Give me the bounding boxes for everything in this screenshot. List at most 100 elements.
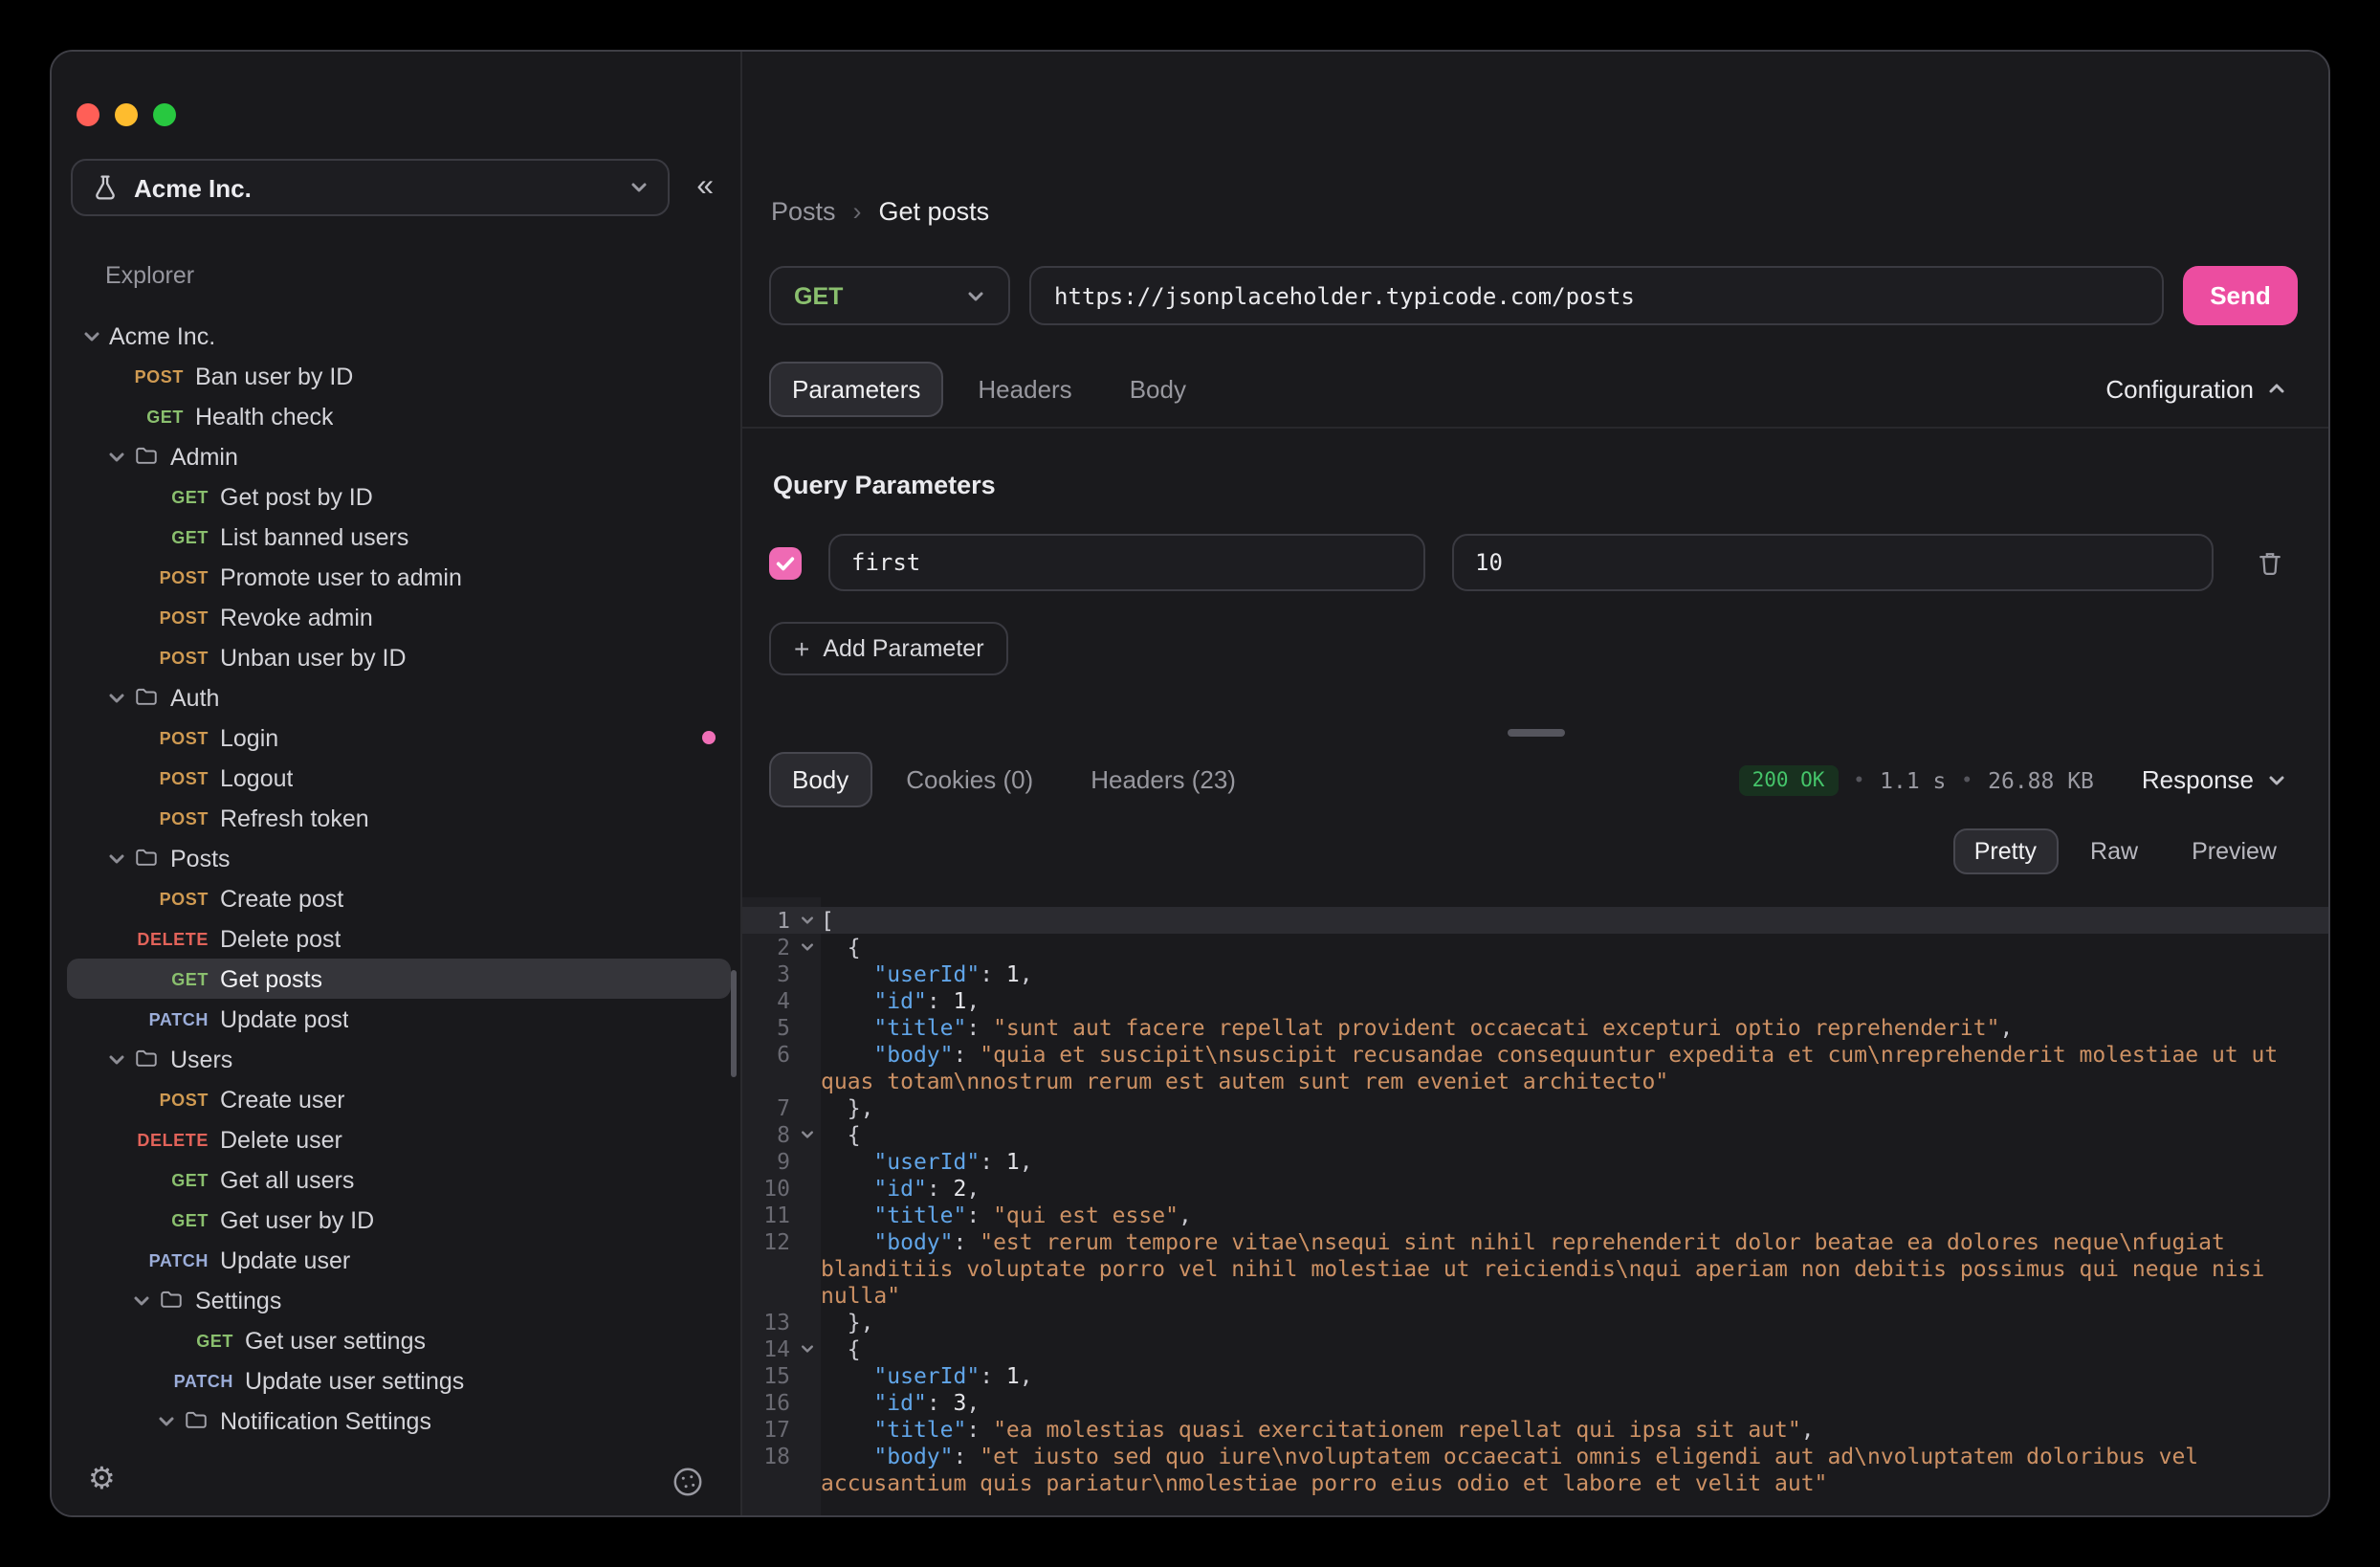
fold-spacer (794, 1014, 821, 1020)
chevron-down-icon (107, 447, 126, 466)
code-line: 11 "title": "qui est esse", (742, 1202, 2328, 1228)
breadcrumb-parent[interactable]: Posts (771, 197, 836, 226)
token-p: : (980, 1148, 1006, 1175)
fold-spacer (794, 1389, 821, 1395)
send-button[interactable]: Send (2183, 266, 2298, 325)
code-line: 9 "userId": 1, (742, 1148, 2328, 1175)
tree-request-get-posts[interactable]: GETGet posts (67, 959, 731, 999)
token-n: 3 (954, 1389, 967, 1416)
response-tab-body[interactable]: Body (769, 752, 871, 807)
splitter-handle-icon[interactable] (1507, 729, 1564, 737)
tree-request-list-banned-users[interactable]: GETList banned users (67, 517, 731, 557)
response-dropdown[interactable]: Response (2130, 763, 2298, 796)
code-text: "id": 3, (821, 1389, 2328, 1416)
line-number: 14 (742, 1335, 794, 1362)
url-input[interactable] (1029, 266, 2164, 325)
tree-folder-notification-settings[interactable]: Notification Settings (67, 1401, 731, 1441)
workspace-selector[interactable]: Acme Inc. (71, 159, 670, 216)
token-p: : (966, 1014, 993, 1041)
add-parameter-button[interactable]: + Add Parameter (769, 622, 1009, 675)
tree-request-get-user-settings[interactable]: GETGet user settings (67, 1320, 731, 1360)
tree-request-create-user[interactable]: POSTCreate user (67, 1079, 731, 1119)
fold-chevron-icon[interactable] (794, 907, 821, 928)
tree-request-update-user-settings[interactable]: PATCHUpdate user settings (67, 1360, 731, 1401)
tree-request-unban-user-by-id[interactable]: POSTUnban user by ID (67, 637, 731, 677)
tree-request-refresh-token[interactable]: POSTRefresh token (67, 798, 731, 838)
tree-request-create-post[interactable]: POSTCreate post (67, 878, 731, 918)
item-label: Delete user (220, 1126, 342, 1153)
tree-request-update-post[interactable]: PATCHUpdate post (67, 999, 731, 1039)
tree-request-health-check[interactable]: GETHealth check (67, 396, 731, 436)
response-tab-cookies-0[interactable]: Cookies (0) (883, 752, 1056, 807)
code-text: { (821, 934, 2328, 960)
tab-parameters[interactable]: Parameters (769, 361, 943, 416)
tree-request-promote-user-to-admin[interactable]: POSTPromote user to admin (67, 557, 731, 597)
sidebar-scrollbar-thumb[interactable] (731, 970, 737, 1077)
token-p: : (966, 1202, 993, 1228)
tab-body[interactable]: Body (1107, 361, 1209, 416)
view-raw[interactable]: Raw (2069, 828, 2159, 873)
fold-chevron-icon[interactable] (794, 1121, 821, 1142)
token-k: "title" (873, 1202, 966, 1228)
param-value-input[interactable] (1452, 534, 2214, 591)
cookies-button[interactable] (660, 1463, 716, 1499)
fold-chevron-icon[interactable] (794, 934, 821, 955)
main-panel: Posts › Get posts GET Send ParametersHea… (742, 52, 2328, 1515)
token-p: , (1020, 1148, 1033, 1175)
selected-method: GET (794, 282, 843, 309)
settings-gear-button[interactable]: ⚙ (77, 1464, 127, 1498)
tree-request-get-user-by-id[interactable]: GETGet user by ID (67, 1200, 731, 1240)
tree-folder-posts[interactable]: Posts (67, 838, 731, 878)
item-label: Update post (220, 1005, 349, 1032)
tree-folder-acme-inc[interactable]: Acme Inc. (67, 316, 731, 356)
token-p (821, 987, 873, 1014)
response-time: 1.1 s (1880, 766, 1946, 793)
tree-request-get-all-users[interactable]: GETGet all users (67, 1159, 731, 1200)
configuration-toggle[interactable]: Configuration (2094, 372, 2298, 405)
tree-request-ban-user-by-id[interactable]: POSTBan user by ID (67, 356, 731, 396)
response-tab-headers-23[interactable]: Headers (23) (1068, 752, 1259, 807)
tree-request-login[interactable]: POSTLogin (67, 717, 731, 758)
request-tabs: ParametersHeadersBody (769, 361, 1209, 416)
tree-request-delete-user[interactable]: DELETEDelete user (67, 1119, 731, 1159)
tree-folder-admin[interactable]: Admin (67, 436, 731, 476)
token-k: "body" (873, 1041, 953, 1068)
sidebar-collapse-button[interactable]: « (685, 168, 725, 207)
param-name-input[interactable] (828, 534, 1425, 591)
token-p: , (1020, 960, 1033, 987)
token-p: , (1999, 1014, 2013, 1041)
method-badge: GET (107, 407, 184, 426)
view-pretty[interactable]: Pretty (1953, 828, 2058, 873)
tree-request-get-post-by-id[interactable]: GETGet post by ID (67, 476, 731, 517)
fold-chevron-icon[interactable] (794, 1335, 821, 1357)
item-label: Auth (170, 684, 219, 711)
request-tabs-row: ParametersHeadersBody Configuration (769, 360, 2298, 417)
tree-request-logout[interactable]: POSTLogout (67, 758, 731, 798)
tree-folder-settings[interactable]: Settings (67, 1280, 731, 1320)
tree-request-revoke-admin[interactable]: POSTRevoke admin (67, 597, 731, 637)
code-line: 3 "userId": 1, (742, 960, 2328, 987)
delete-param-button[interactable] (2240, 534, 2298, 591)
method-select[interactable]: GET (769, 266, 1010, 325)
tree-request-update-user[interactable]: PATCHUpdate user (67, 1240, 731, 1280)
view-preview[interactable]: Preview (2171, 828, 2298, 873)
tree-folder-auth[interactable]: Auth (67, 677, 731, 717)
param-enabled-checkbox[interactable] (769, 546, 802, 579)
tree-folder-users[interactable]: Users (67, 1039, 731, 1079)
item-label: Posts (170, 845, 231, 872)
pane-splitter[interactable] (742, 721, 2328, 744)
token-k: "title" (873, 1014, 966, 1041)
token-p: , (966, 987, 980, 1014)
method-badge: GET (132, 1210, 209, 1229)
minimize-window-button[interactable] (115, 103, 138, 126)
close-window-button[interactable] (77, 103, 99, 126)
tab-headers[interactable]: Headers (955, 361, 1094, 416)
explorer-heading: Explorer (105, 262, 194, 289)
method-badge: POST (132, 728, 209, 747)
code-line: 7 }, (742, 1094, 2328, 1121)
code-text: { (821, 1335, 2328, 1362)
tree-request-delete-post[interactable]: DELETEDelete post (67, 918, 731, 959)
token-p (821, 1148, 873, 1175)
zoom-window-button[interactable] (153, 103, 176, 126)
token-k: "id" (873, 987, 926, 1014)
